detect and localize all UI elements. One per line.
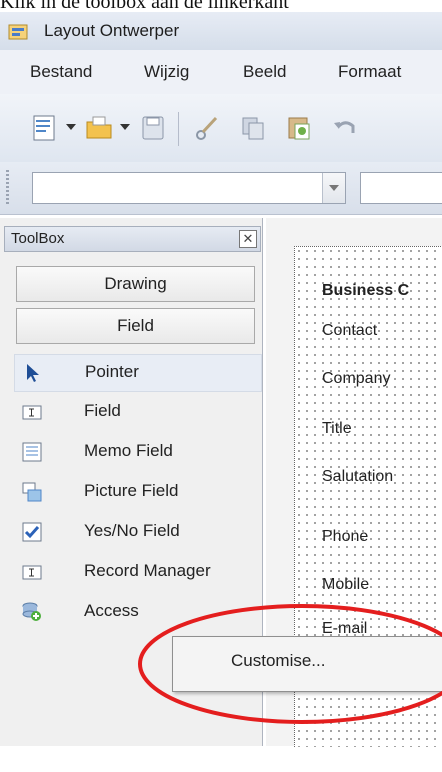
- menu-formaat[interactable]: Formaat: [338, 62, 401, 82]
- toolbar-separator: [178, 112, 179, 146]
- tool-pointer[interactable]: Pointer: [14, 354, 262, 392]
- paste-icon[interactable]: [284, 113, 314, 143]
- database-add-icon: [22, 602, 41, 621]
- menu-bar: Bestand Wijzig Beeld Formaat: [0, 50, 442, 94]
- toolbox-title: ToolBox: [11, 230, 65, 247]
- window-title: Layout Ontwerper: [44, 21, 180, 40]
- copy-icon[interactable]: [238, 113, 268, 143]
- toolbox-header: ToolBox ✕: [4, 226, 261, 252]
- toolbox-group-field[interactable]: Field: [16, 308, 255, 344]
- new-dropdown-arrow[interactable]: [66, 124, 76, 130]
- canvas-heading[interactable]: Business C: [322, 282, 409, 300]
- format-toolbar: [0, 162, 442, 215]
- style-combobox[interactable]: [32, 172, 346, 204]
- tool-access[interactable]: Access: [14, 594, 260, 630]
- tool-label: Memo Field: [84, 441, 173, 460]
- tutorial-caption: Klik in de toolbox aan de linkerkant: [0, 0, 289, 11]
- checkbox-icon: [22, 522, 42, 542]
- cut-icon[interactable]: [192, 113, 222, 143]
- context-menu: Customise...: [172, 636, 442, 692]
- tool-memo-field[interactable]: Memo Field: [14, 434, 260, 470]
- toolbar-grip[interactable]: [6, 170, 9, 204]
- menu-beeld[interactable]: Beeld: [243, 62, 286, 82]
- tool-record-manager[interactable]: Record Manager: [14, 554, 260, 590]
- open-dropdown-arrow[interactable]: [120, 124, 130, 130]
- app-icon: [8, 24, 28, 40]
- window-title-bar: Layout Ontwerper: [0, 12, 442, 51]
- save-icon[interactable]: [138, 113, 168, 143]
- toolbox-group-drawing[interactable]: Drawing: [16, 266, 255, 302]
- new-document-icon[interactable]: [30, 113, 60, 143]
- tool-field[interactable]: Field: [14, 394, 260, 430]
- menu-bestand[interactable]: Bestand: [30, 62, 92, 82]
- canvas-field-label[interactable]: Title: [322, 420, 352, 438]
- font-combobox[interactable]: [360, 172, 442, 204]
- tool-label: Picture Field: [84, 481, 179, 500]
- tool-label: Access: [84, 601, 139, 620]
- tool-label: Yes/No Field: [84, 521, 180, 540]
- tool-yes-no-field[interactable]: Yes/No Field: [14, 514, 260, 550]
- tool-label: Field: [84, 401, 121, 420]
- memo-field-icon: [22, 442, 42, 462]
- record-manager-icon: [22, 565, 42, 580]
- standard-toolbar: [0, 94, 442, 162]
- tool-picture-field[interactable]: Picture Field: [14, 474, 260, 510]
- undo-icon[interactable]: [330, 113, 360, 143]
- picture-field-icon: [22, 482, 42, 502]
- open-folder-icon[interactable]: [84, 113, 114, 143]
- tool-label: Pointer: [85, 362, 139, 381]
- context-menu-customise[interactable]: Customise...: [231, 651, 325, 671]
- text-field-icon: [22, 405, 42, 420]
- tool-label: Record Manager: [84, 561, 211, 580]
- canvas-field-label[interactable]: Company: [322, 370, 390, 388]
- close-icon[interactable]: ✕: [239, 230, 257, 248]
- canvas-field-label[interactable]: Contact: [322, 322, 377, 340]
- pointer-icon: [27, 364, 39, 382]
- canvas-field-label[interactable]: Salutation: [322, 468, 393, 486]
- canvas-field-label[interactable]: Mobile: [322, 576, 369, 594]
- menu-wijzig[interactable]: Wijzig: [144, 62, 189, 82]
- canvas-field-label[interactable]: Phone: [322, 528, 368, 546]
- chevron-down-icon[interactable]: [322, 173, 345, 203]
